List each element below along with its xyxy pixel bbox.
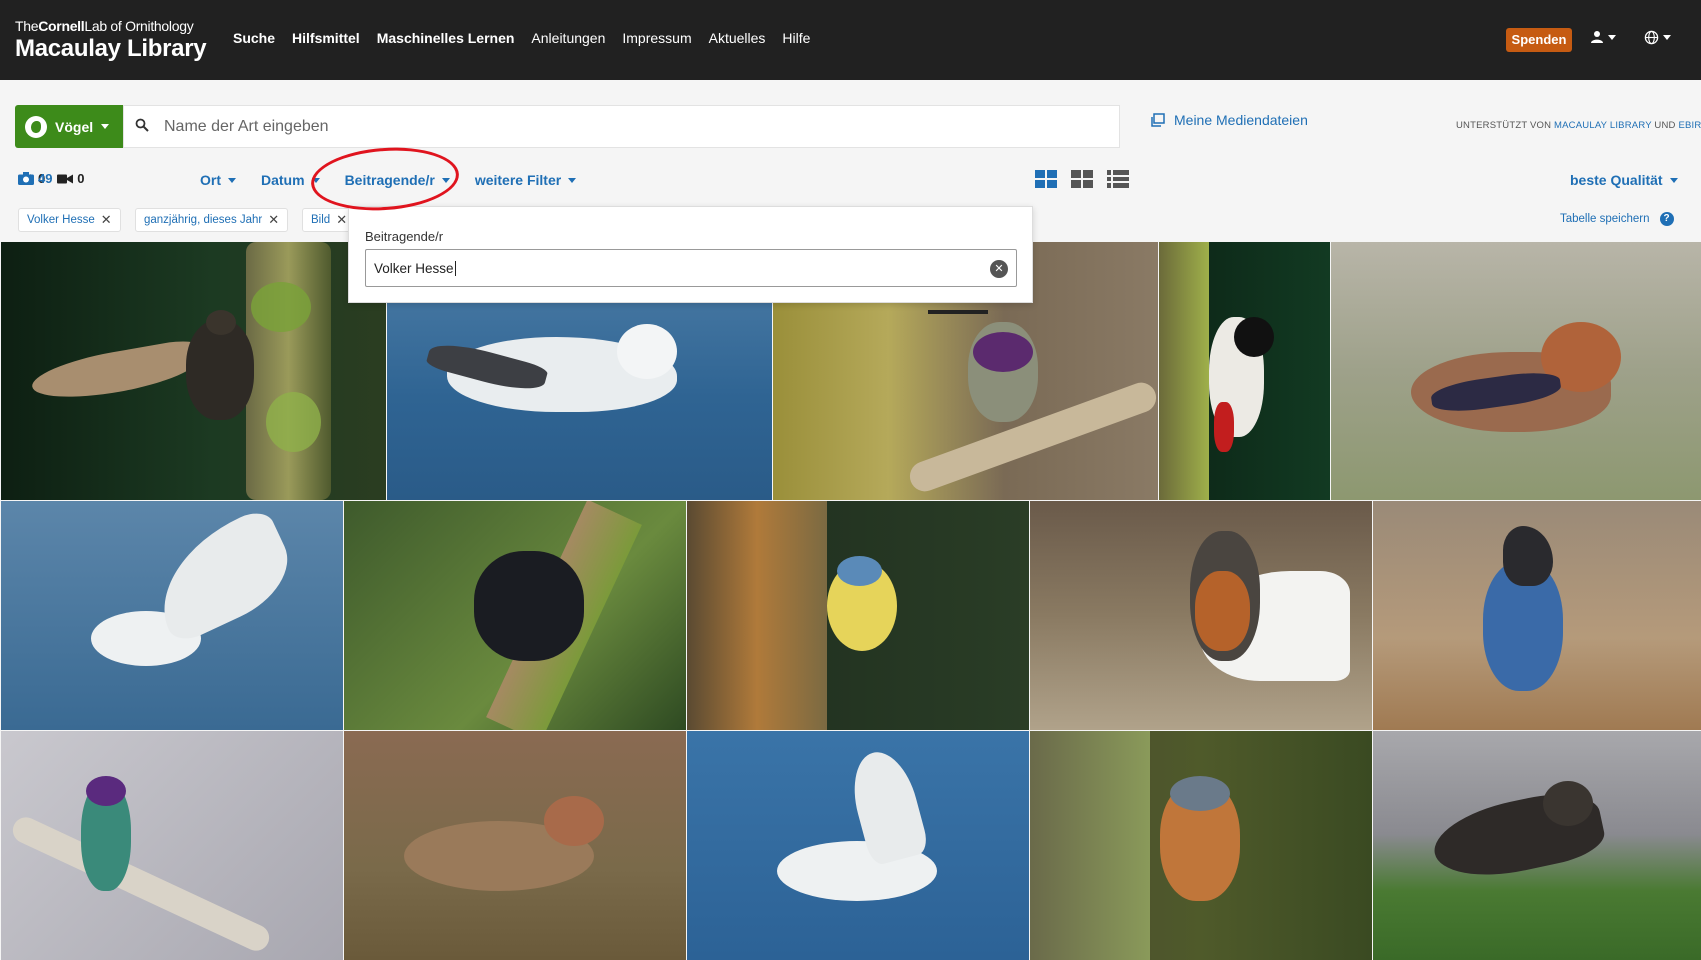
powered-by-text: UNTERSTÜTZT VON MACAULAY LIBRARY UND EBI… — [1456, 120, 1701, 131]
photo-blue-tit[interactable] — [687, 501, 1029, 730]
save-table-link[interactable]: Tabelle speichern? — [1560, 212, 1674, 226]
my-media-link[interactable]: Meine Mediendateien — [1150, 112, 1308, 128]
macaulay-library-logo[interactable]: TheCornellLab of Ornithology Macaulay Li… — [15, 17, 207, 63]
filter-contributor[interactable]: Beitragende/r — [345, 172, 450, 188]
photo-starling[interactable] — [1, 242, 386, 500]
chevron-down-icon — [1663, 35, 1671, 40]
close-icon[interactable]: ✕ — [336, 212, 347, 228]
user-menu[interactable] — [1590, 30, 1616, 44]
nav-impressum[interactable]: Impressum — [622, 30, 691, 46]
language-menu[interactable] — [1644, 30, 1671, 45]
top-navigation-bar: TheCornellLab of Ornithology Macaulay Li… — [0, 0, 1701, 80]
media-counts: 49 0 0 — [18, 171, 84, 186]
chevron-down-icon — [1669, 177, 1678, 183]
user-icon — [1591, 31, 1603, 43]
video-camera-icon — [57, 174, 74, 183]
chevron-down-icon — [568, 177, 577, 183]
photo-brewers-blackbird[interactable] — [1373, 731, 1701, 960]
text-cursor — [454, 260, 456, 276]
photo-stellers-jay[interactable] — [1373, 501, 1701, 730]
photo-blackbird[interactable] — [344, 501, 686, 730]
filter-chip-contributor[interactable]: Volker Hesse ✕ — [18, 208, 121, 232]
photo-hawfinch[interactable] — [1331, 242, 1701, 500]
nav-hilfsmittel[interactable]: Hilfsmittel — [292, 30, 360, 46]
camera-icon — [18, 172, 34, 185]
donate-button[interactable]: Spenden — [1506, 28, 1572, 52]
contributor-filter-dropdown: Beitragende/r Volker Hesse ✕ — [348, 206, 1033, 303]
nav-hilfe[interactable]: Hilfe — [782, 30, 810, 46]
close-icon[interactable]: ✕ — [101, 212, 112, 228]
taxon-selector-button[interactable]: Vögel — [15, 105, 123, 148]
chevron-down-icon — [1608, 34, 1616, 40]
list-view-icon[interactable] — [1107, 170, 1129, 188]
clear-icon[interactable]: ✕ — [990, 260, 1008, 278]
filter-location[interactable]: Ort — [200, 172, 236, 188]
photo-american-robin[interactable] — [1030, 501, 1372, 730]
chevron-down-icon — [228, 177, 236, 183]
nav-maschinelles-lernen[interactable]: Maschinelles Lernen — [377, 30, 515, 46]
ebird-link[interactable]: EBIRD — [1678, 120, 1701, 131]
nav-anleitungen[interactable]: Anleitungen — [531, 30, 605, 46]
my-media-label: Meine Mediendateien — [1174, 112, 1308, 128]
media-folder-icon — [1151, 113, 1165, 127]
nav-suche[interactable]: Suche — [233, 30, 275, 46]
species-search-input[interactable] — [164, 117, 1064, 136]
help-icon[interactable]: ? — [1659, 212, 1674, 226]
filter-chip-date[interactable]: ganzjährig, dieses Jahr ✕ — [135, 208, 289, 232]
contributor-field-label: Beitragende/r — [365, 229, 444, 244]
chevron-down-icon — [441, 177, 450, 183]
search-icon — [124, 118, 160, 136]
small-grid-view-icon[interactable] — [1071, 170, 1093, 188]
logo-subtitle: TheCornellLab of Ornithology — [15, 18, 194, 34]
photo-nuthatch[interactable] — [1030, 731, 1372, 960]
main-nav: Suche Hilfsmittel Maschinelles Lernen An… — [233, 30, 827, 46]
bird-icon — [25, 115, 47, 138]
photo-gull-wings-up[interactable] — [1, 501, 343, 730]
logo-title: Macaulay Library — [15, 35, 207, 62]
contributor-input[interactable]: Volker Hesse ✕ — [365, 249, 1017, 287]
view-toggle — [1035, 170, 1129, 188]
globe-icon — [1644, 30, 1659, 45]
nav-aktuelles[interactable]: Aktuelles — [709, 30, 766, 46]
chevron-down-icon — [101, 124, 110, 129]
species-search-box — [123, 105, 1120, 148]
sort-selector[interactable]: beste Qualität — [1570, 172, 1678, 188]
chevron-down-icon — [311, 177, 320, 183]
photo-costas-hummingbird-2[interactable] — [1, 731, 343, 960]
filter-bar: Ort Datum Beitragende/r weitere Filter — [200, 172, 601, 188]
taxon-label: Vögel — [55, 118, 94, 135]
video-count[interactable]: 0 — [57, 171, 84, 186]
close-icon[interactable]: ✕ — [268, 212, 279, 228]
photo-count[interactable]: 49 — [18, 171, 52, 186]
photo-little-bunting[interactable] — [344, 731, 686, 960]
photo-great-spotted-woodpecker[interactable] — [1159, 242, 1330, 500]
photo-kittiwake-takeoff[interactable] — [687, 731, 1029, 960]
filter-more[interactable]: weitere Filter — [475, 172, 577, 188]
large-grid-view-icon[interactable] — [1035, 170, 1057, 188]
filter-date[interactable]: Datum — [261, 172, 320, 188]
macaulay-link[interactable]: MACAULAY LIBRARY — [1554, 120, 1652, 131]
